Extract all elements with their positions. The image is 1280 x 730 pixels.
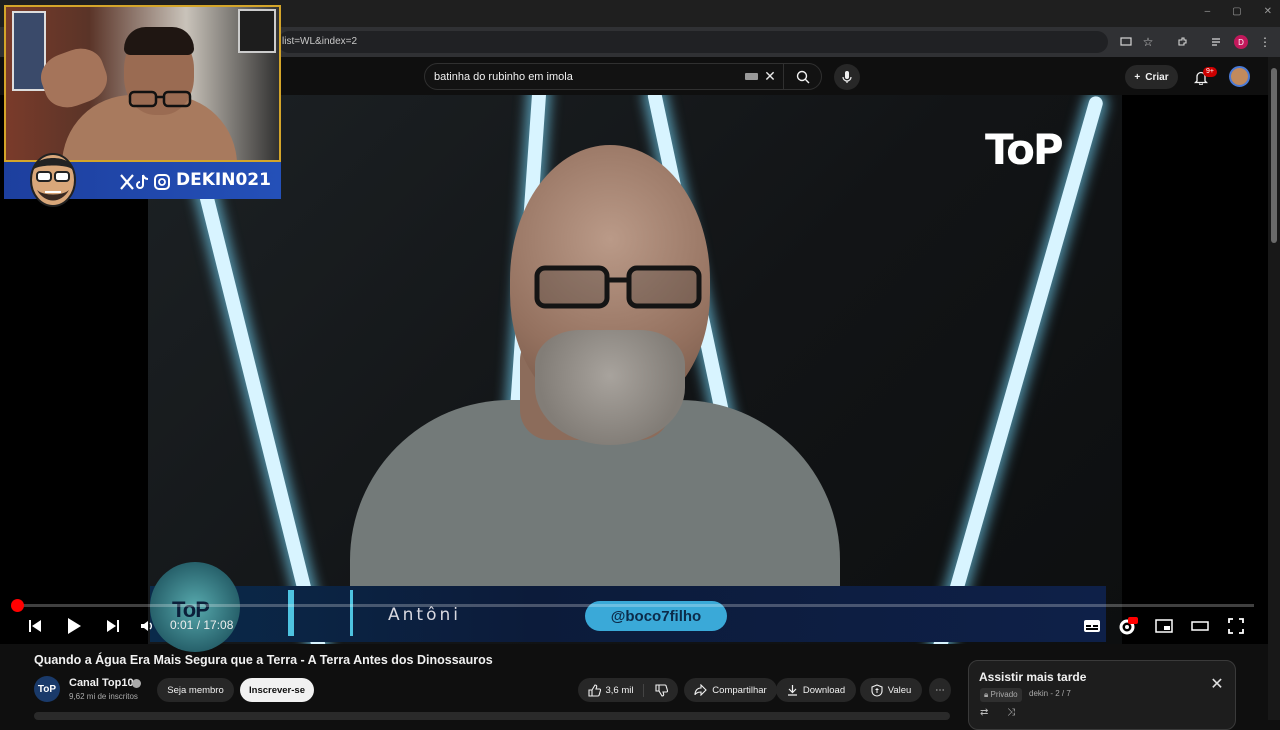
next-icon	[107, 620, 119, 632]
lower-third-stripe	[288, 590, 294, 636]
privacy-label: Privado	[990, 690, 1018, 699]
address-bar[interactable]: list=WL&index=2	[278, 31, 1108, 53]
microphone-icon	[842, 71, 852, 83]
lower-third-name: Antôni	[388, 605, 461, 625]
like-button[interactable]: 3,6 mil	[587, 683, 645, 697]
join-button[interactable]: Seja membro	[157, 678, 234, 702]
time-display: 0:01 / 17:08	[170, 618, 234, 632]
keyboard-icon[interactable]	[745, 73, 758, 80]
channel-name[interactable]: Canal Top10	[69, 677, 134, 689]
search-button[interactable]	[784, 64, 821, 89]
lower-third-stripe	[350, 590, 353, 636]
volume-icon	[141, 621, 152, 631]
social-handle: DEKIN021	[176, 170, 271, 190]
neon-light-right	[925, 95, 1105, 644]
play-button[interactable]	[62, 614, 86, 638]
close-icon: ✕	[1210, 676, 1224, 693]
shuffle-icon[interactable]: ⤨	[1007, 707, 1021, 719]
play-icon	[68, 618, 81, 634]
cartoon-avatar	[30, 153, 76, 207]
webcam-overlay	[4, 5, 281, 162]
more-actions-button[interactable]: ⋯	[929, 678, 951, 702]
instagram-icon	[154, 174, 170, 190]
voice-search-button[interactable]	[834, 64, 860, 90]
presenter-beard	[535, 330, 685, 445]
settings-button[interactable]	[1116, 614, 1140, 638]
channel-watermark-logo: ToP	[985, 125, 1064, 174]
theater-mode-button[interactable]	[1188, 614, 1212, 638]
share-label: Compartilhar	[712, 684, 767, 696]
maximize-button[interactable]: ▢	[1232, 6, 1241, 17]
search-icon	[796, 70, 809, 83]
media-controls-icon[interactable]	[1208, 33, 1226, 51]
bookmark-star-icon[interactable]: ☆	[1139, 33, 1157, 51]
playlist-meta: dekin - 2 / 7	[1029, 689, 1071, 698]
like-dislike-group: 3,6 mil	[578, 678, 678, 702]
miniplayer-button[interactable]	[1152, 614, 1176, 638]
privacy-badge: 🔒︎ Privado	[980, 688, 1022, 702]
streamer-hair	[124, 27, 194, 55]
create-button[interactable]: + Criar	[1125, 65, 1178, 89]
social-icons	[120, 174, 170, 190]
url-text: list=WL&index=2	[282, 36, 358, 47]
video-title: Quando a Água Era Mais Segura que a Terr…	[34, 653, 493, 667]
download-icon	[787, 685, 797, 696]
browser-menu-icon[interactable]: ⋮	[1256, 33, 1274, 51]
verified-icon	[132, 679, 141, 688]
fullscreen-icon	[1228, 618, 1244, 634]
scrollbar-thumb[interactable]	[1271, 68, 1277, 243]
playlist-title[interactable]: Assistir mais tarde	[979, 670, 1086, 684]
user-avatar[interactable]	[1229, 66, 1250, 87]
close-window-button[interactable]: ✕	[1264, 6, 1272, 17]
thumbs-up-icon	[587, 683, 601, 697]
minimize-button[interactable]: –	[1205, 6, 1211, 17]
presenter-glasses	[534, 265, 702, 309]
plus-icon: +	[1134, 71, 1141, 83]
progress-bar[interactable]	[18, 604, 1254, 607]
download-label: Download	[802, 684, 846, 696]
extensions-icon[interactable]	[1173, 33, 1191, 51]
clear-search-icon[interactable]: ✕	[762, 68, 778, 84]
subtitles-icon	[1084, 620, 1100, 632]
progress-scrubber[interactable]	[11, 599, 24, 612]
more-horizontal-icon: ⋯	[935, 684, 945, 696]
x-icon	[120, 174, 134, 190]
subscribe-button[interactable]: Inscrever-se	[240, 678, 314, 702]
loop-icon[interactable]: ⇄	[980, 707, 994, 719]
streamer-glasses	[128, 90, 192, 108]
subtitles-button[interactable]	[1080, 614, 1104, 638]
search-input[interactable]	[434, 69, 734, 84]
window-controls: – ▢ ✕	[1205, 6, 1272, 17]
thanks-button[interactable]: Valeu	[860, 678, 922, 702]
notification-badge: 9+	[1203, 67, 1217, 77]
miniplayer-icon	[1155, 619, 1173, 633]
download-button[interactable]: Download	[776, 678, 856, 702]
subscriber-count: 9,62 mi de inscritos	[69, 692, 138, 701]
channel-avatar[interactable]: ToP	[34, 676, 60, 702]
next-button[interactable]	[101, 614, 125, 638]
tiktok-icon	[136, 174, 149, 189]
browser-profile-avatar[interactable]: D	[1234, 35, 1248, 49]
create-label: Criar	[1145, 71, 1169, 83]
share-button[interactable]: Compartilhar	[684, 678, 777, 702]
gear-icon	[1119, 617, 1138, 635]
fullscreen-button[interactable]	[1224, 614, 1248, 638]
thanks-label: Valeu	[887, 684, 912, 696]
close-playlist-button[interactable]: ✕	[1208, 676, 1226, 694]
thumbs-down-icon	[655, 683, 669, 697]
webcam-poster	[238, 9, 276, 53]
like-count: 3,6 mil	[605, 684, 634, 696]
description-box-edge[interactable]	[34, 712, 950, 720]
super-thanks-icon	[871, 683, 883, 697]
volume-button[interactable]	[135, 614, 159, 638]
share-icon	[694, 684, 708, 696]
dislike-button[interactable]	[649, 683, 669, 697]
previous-icon	[29, 620, 41, 632]
theater-icon	[1191, 621, 1209, 631]
previous-button[interactable]	[23, 614, 47, 638]
cast-icon[interactable]	[1117, 33, 1135, 51]
